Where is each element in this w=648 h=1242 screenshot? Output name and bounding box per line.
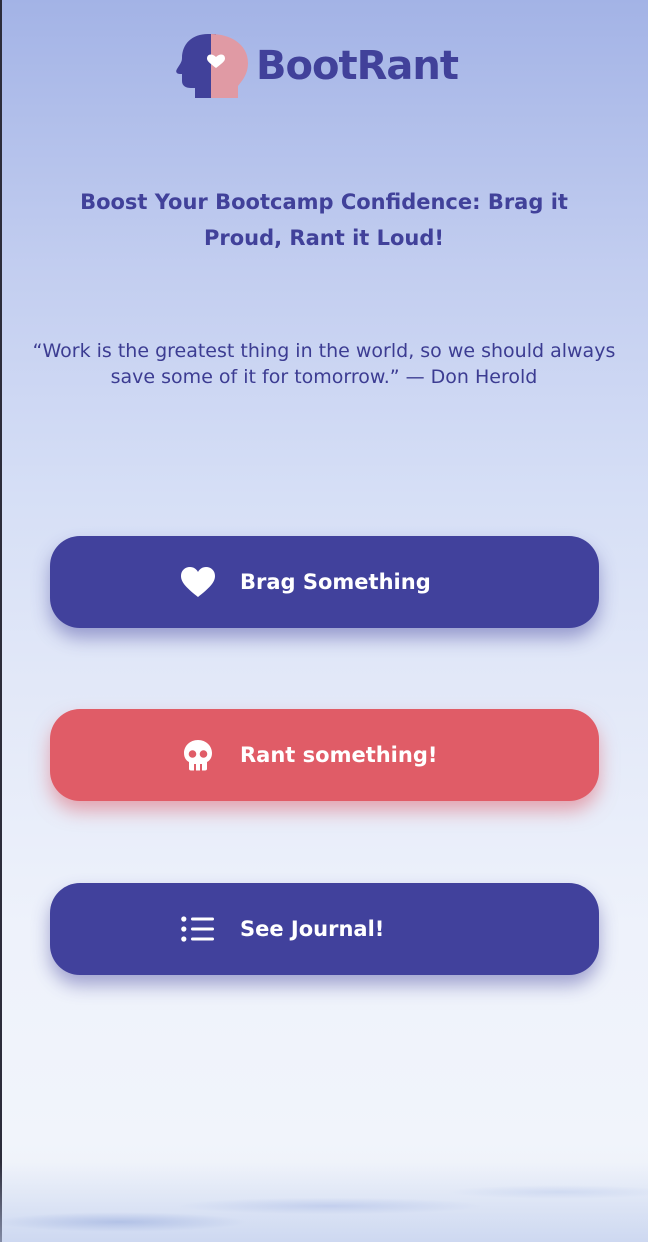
see-journal-button[interactable]: See Journal!: [50, 883, 599, 975]
page-tagline: Boost Your Bootcamp Confidence: Brag it …: [80, 190, 568, 250]
cloud-background: [0, 1162, 648, 1242]
journal-button-label: See Journal!: [240, 917, 385, 941]
heart-icon: [180, 564, 216, 600]
rant-button-label: Rant something!: [240, 743, 438, 767]
app-logo[interactable]: BootRant: [174, 30, 459, 102]
app-logo-text: BootRant: [256, 43, 459, 89]
rant-something-button[interactable]: Rant something!: [50, 709, 599, 801]
two-heads-logo-icon: [176, 34, 248, 98]
motivational-quote: “Work is the greatest thing in the world…: [32, 340, 616, 388]
skull-icon: [180, 737, 216, 773]
left-edge-border: [0, 0, 2, 1242]
brag-button-label: Brag Something: [240, 570, 431, 594]
brag-something-button[interactable]: Brag Something: [50, 536, 599, 628]
list-icon: [180, 911, 216, 947]
